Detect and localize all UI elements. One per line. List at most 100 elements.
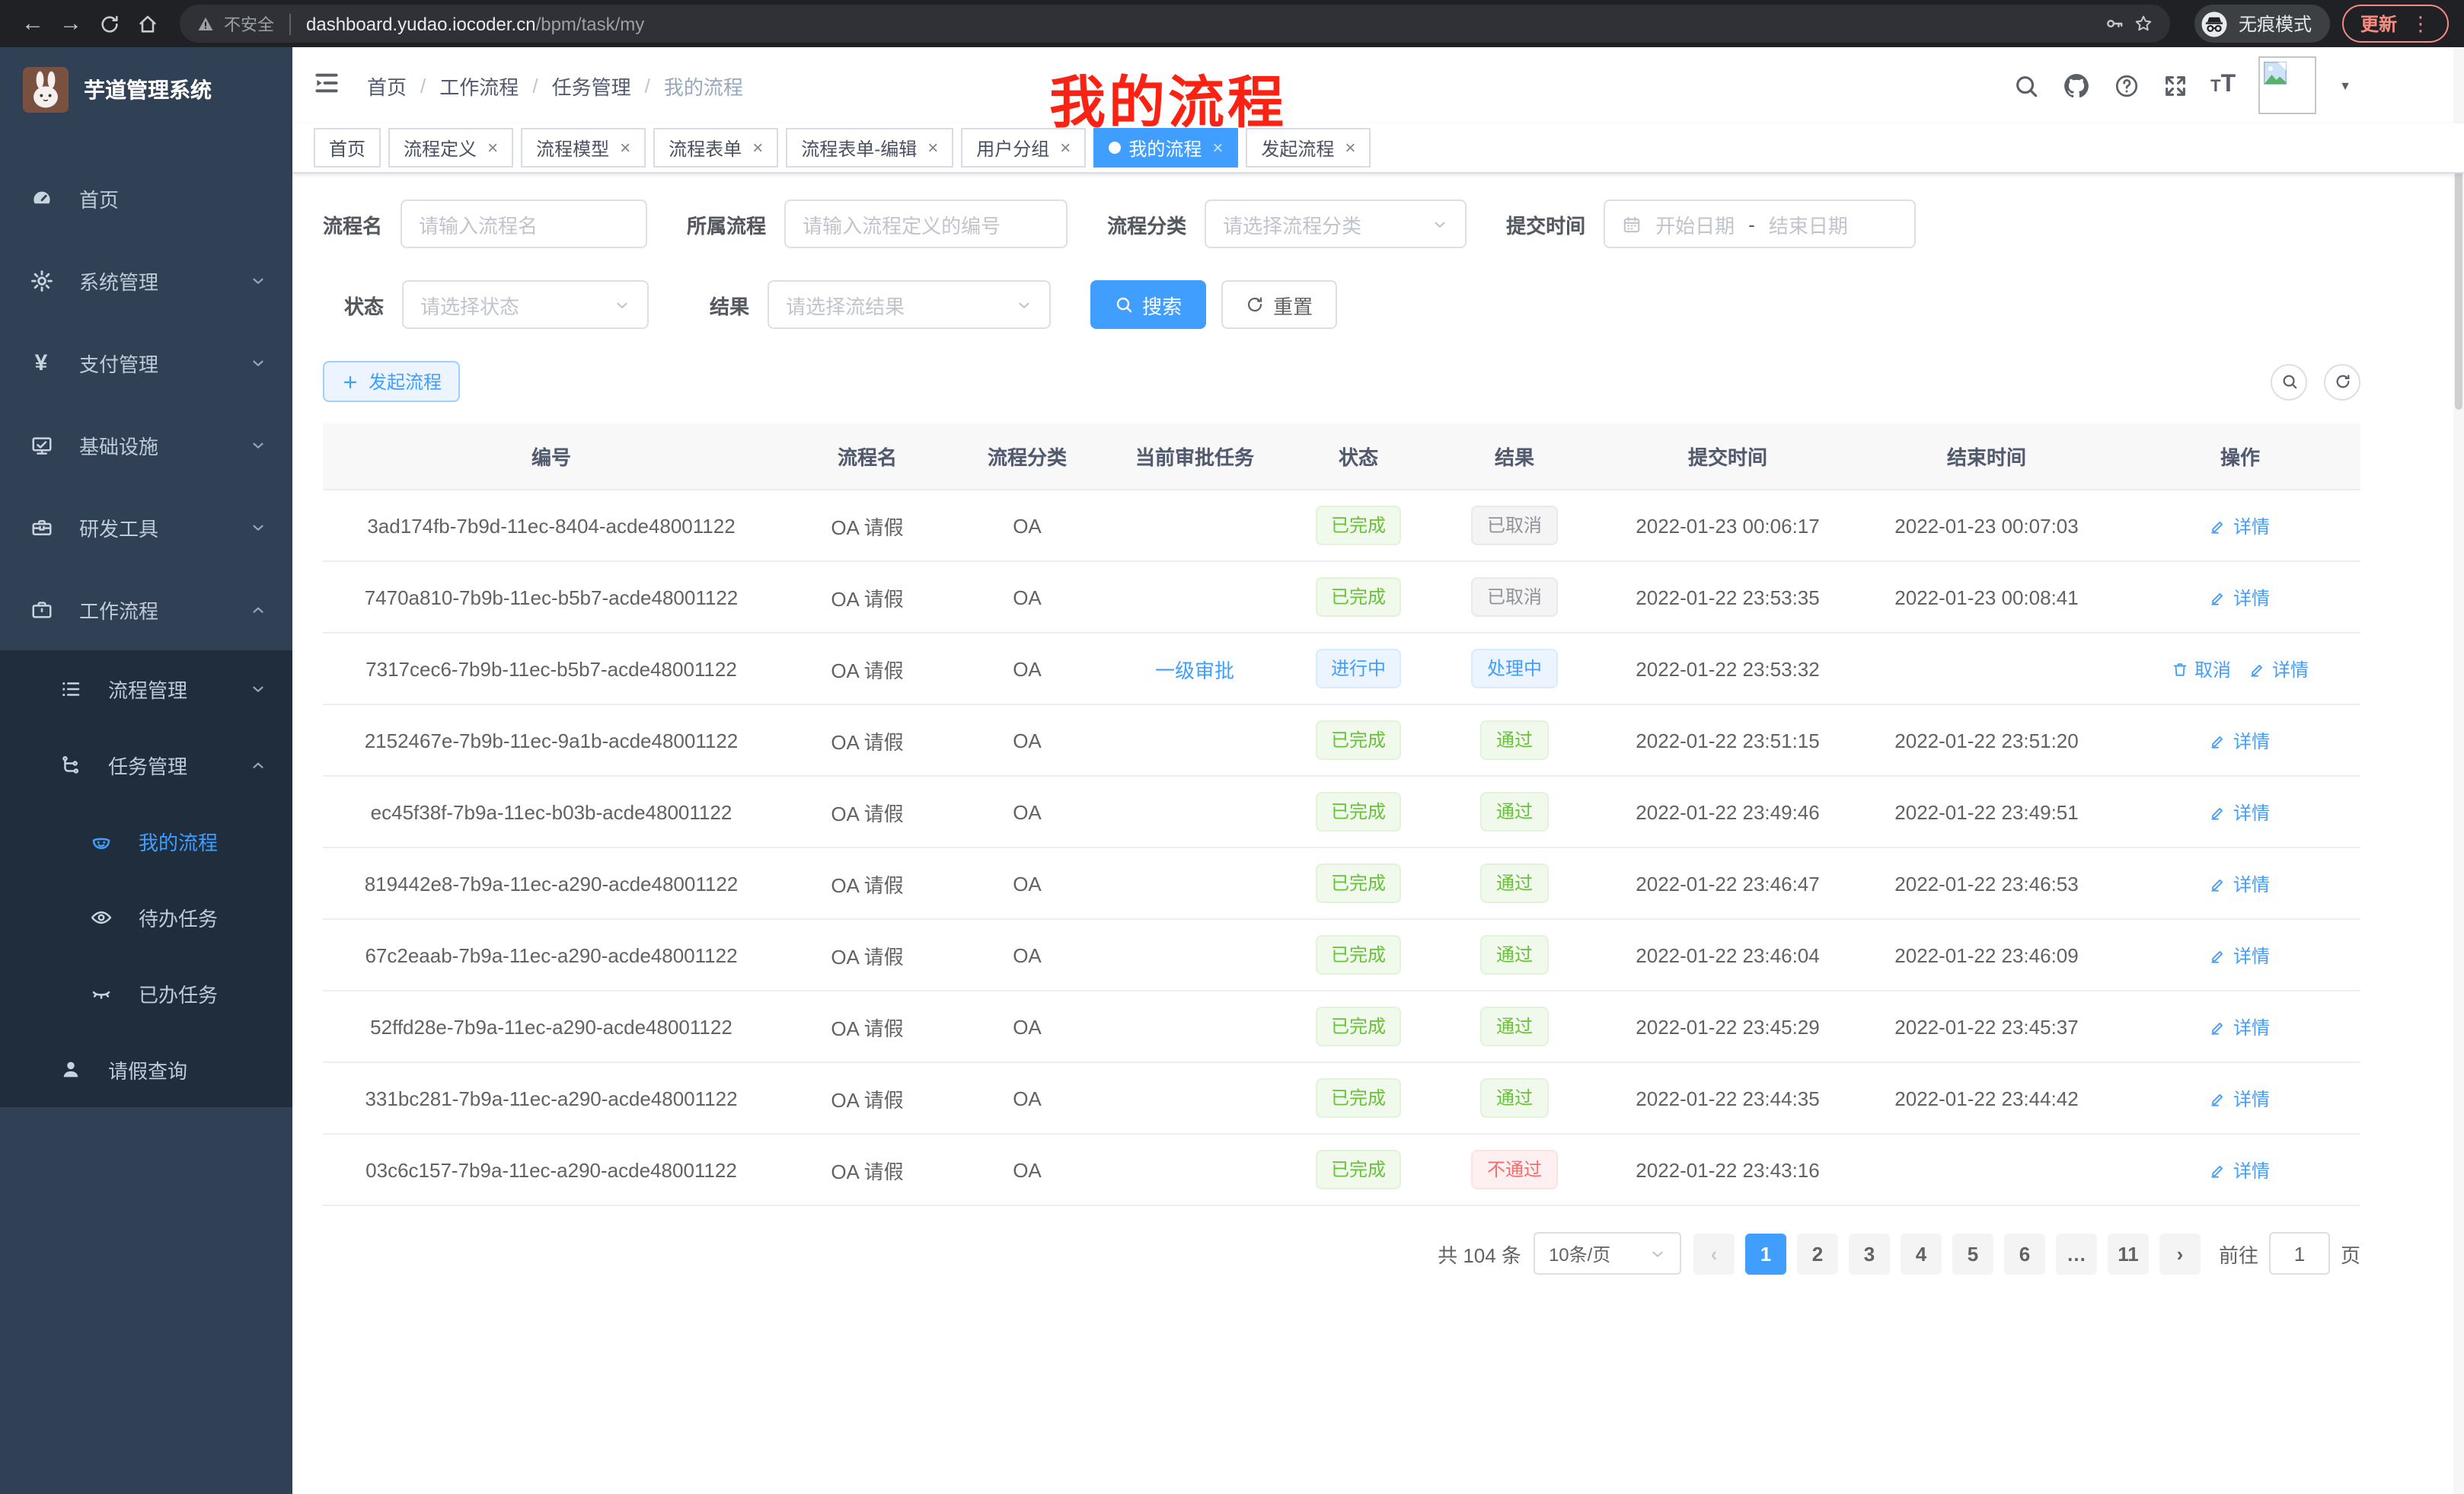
chevron-down-icon xyxy=(250,354,267,371)
cell-actions: 详情 xyxy=(2120,561,2360,633)
avatar[interactable] xyxy=(2258,56,2316,114)
sidebar-item-done-task[interactable]: 已办任务 xyxy=(0,955,292,1031)
page-button[interactable]: 3 xyxy=(1849,1233,1890,1274)
cell-category: OA xyxy=(955,1062,1100,1134)
detail-link[interactable]: 详情 xyxy=(2210,1014,2270,1039)
submit-time-range-picker[interactable]: 开始日期 - 结束日期 xyxy=(1604,200,1916,248)
page-button[interactable]: 2 xyxy=(1797,1233,1838,1274)
cell-category: OA xyxy=(955,991,1100,1062)
close-icon[interactable]: × xyxy=(1212,137,1223,158)
sidebar-item-todo-task[interactable]: 待办任务 xyxy=(0,879,292,955)
close-icon[interactable]: × xyxy=(620,137,630,158)
fullscreen-icon[interactable] xyxy=(2162,72,2188,98)
goto-page-input[interactable]: 1 xyxy=(2269,1232,2330,1275)
breadcrumb-item[interactable]: 任务管理 xyxy=(552,71,631,100)
refresh-table-button[interactable] xyxy=(2324,363,2360,400)
page-ellipsis[interactable]: … xyxy=(2056,1233,2097,1274)
sidebar-item-dev-tools[interactable]: 研发工具 xyxy=(0,486,292,568)
detail-link[interactable]: 详情 xyxy=(2210,1157,2270,1183)
status-badge: 进行中 xyxy=(1316,649,1401,688)
create-process-button[interactable]: 发起流程 xyxy=(323,361,460,402)
sidebar-item-leave-query[interactable]: 请假查询 xyxy=(0,1031,292,1107)
tab-label: 我的流程 xyxy=(1128,135,1202,161)
filter-row-2: 状态 请选择状态 结果 请选择流结果 搜索 重置 xyxy=(323,280,2360,329)
prev-page-button[interactable]: ‹ xyxy=(1693,1233,1735,1274)
breadcrumb-item[interactable]: 工作流程 xyxy=(439,71,519,100)
process-definition-input[interactable]: 请输入流程定义的编号 xyxy=(784,200,1068,248)
tab-label: 流程表单-编辑 xyxy=(801,135,917,161)
detail-link[interactable]: 详情 xyxy=(2210,512,2270,538)
current-task-link[interactable]: 一级审批 xyxy=(1155,654,1234,683)
close-icon[interactable]: × xyxy=(752,137,763,158)
tab-home[interactable]: 首页 xyxy=(314,128,381,168)
sidebar-item-workflow[interactable]: 工作流程 xyxy=(0,568,292,650)
process-name-input[interactable]: 请输入流程名 xyxy=(401,200,647,248)
hamburger-icon[interactable] xyxy=(312,69,346,102)
sidebar-item-payment-mgmt[interactable]: ¥支付管理 xyxy=(0,321,292,404)
page-button[interactable]: 4 xyxy=(1901,1233,1942,1274)
address-bar[interactable]: 不安全 dashboard.yudao.iocoder.cn/bpm/task/… xyxy=(180,5,2170,43)
detail-link[interactable]: 详情 xyxy=(2210,942,2270,968)
close-icon[interactable]: × xyxy=(487,137,498,158)
status-select[interactable]: 请选择状态 xyxy=(402,280,649,329)
reset-button[interactable]: 重置 xyxy=(1221,280,1337,329)
forward-icon[interactable]: → xyxy=(53,6,88,41)
font-size-icon[interactable]: TT xyxy=(2210,72,2236,99)
security-label: 不安全 xyxy=(224,11,274,36)
sidebar-item-home[interactable]: 首页 xyxy=(0,157,292,239)
close-icon[interactable]: × xyxy=(1060,137,1071,158)
active-dot-icon xyxy=(1109,142,1121,154)
detail-link[interactable]: 详情 xyxy=(2210,727,2270,753)
home-icon[interactable] xyxy=(129,6,164,41)
bookmark-star-icon[interactable] xyxy=(2134,14,2153,34)
page-size-select[interactable]: 10条/页 xyxy=(1534,1232,1681,1275)
search-icon[interactable] xyxy=(2012,72,2038,98)
detail-link[interactable]: 详情 xyxy=(2210,584,2270,610)
scrollbar[interactable] xyxy=(2453,47,2464,1494)
tab-process-definition[interactable]: 流程定义× xyxy=(388,128,513,168)
detail-link[interactable]: 详情 xyxy=(2210,870,2270,896)
help-icon[interactable] xyxy=(2113,72,2139,98)
tab-my-process[interactable]: 我的流程 × xyxy=(1093,128,1238,168)
tab-process-model[interactable]: 流程模型× xyxy=(521,128,646,168)
process-category-select[interactable]: 请选择流程分类 xyxy=(1205,200,1467,248)
chevron-down-icon[interactable]: ▼ xyxy=(2339,78,2351,92)
sidebar-item-task-mgmt[interactable]: 任务管理 xyxy=(0,726,292,803)
page-button[interactable]: 6 xyxy=(2004,1233,2045,1274)
scrollbar-thumb[interactable] xyxy=(2455,136,2462,410)
search-button[interactable]: 搜索 xyxy=(1090,280,1206,329)
page-button[interactable]: 11 xyxy=(2108,1233,2149,1274)
tab-process-form-edit[interactable]: 流程表单-编辑 × xyxy=(786,128,953,168)
url-text[interactable]: dashboard.yudao.iocoder.cn/bpm/task/my xyxy=(306,13,644,34)
close-icon[interactable]: × xyxy=(927,137,938,158)
cancel-link[interactable]: 取消 xyxy=(2172,656,2231,682)
result-select[interactable]: 请选择流结果 xyxy=(768,280,1051,329)
cell-submit-time: 2022-01-22 23:45:29 xyxy=(1602,991,1853,1062)
sidebar-item-infrastructure[interactable]: 基础设施 xyxy=(0,404,292,486)
close-icon[interactable]: × xyxy=(1345,137,1355,158)
page-button[interactable]: 5 xyxy=(1952,1233,1993,1274)
app-logo-row[interactable]: 芋道管理系统 xyxy=(0,47,292,132)
key-icon[interactable] xyxy=(2105,14,2124,34)
site-security[interactable]: 不安全 xyxy=(196,11,274,36)
chrome-update-button[interactable]: 更新 ⋮ xyxy=(2342,5,2449,43)
github-icon[interactable] xyxy=(2061,71,2090,100)
sidebar-item-process-mgmt[interactable]: 流程管理 xyxy=(0,650,292,726)
detail-link[interactable]: 详情 xyxy=(2249,656,2309,682)
tab-label: 用户分组 xyxy=(976,135,1049,161)
tab-process-form[interactable]: 流程表单× xyxy=(653,128,778,168)
show-search-button[interactable] xyxy=(2271,363,2307,400)
next-page-button[interactable]: › xyxy=(2159,1233,2201,1274)
detail-link[interactable]: 详情 xyxy=(2210,1085,2270,1111)
back-icon[interactable]: ← xyxy=(15,6,50,41)
sidebar-item-system-mgmt[interactable]: 系统管理 xyxy=(0,239,292,321)
breadcrumb-item[interactable]: 首页 xyxy=(367,71,407,100)
chrome-menu-icon[interactable]: ⋮ xyxy=(2411,11,2430,36)
sidebar-item-my-process[interactable]: 我的流程 xyxy=(0,803,292,879)
detail-link[interactable]: 详情 xyxy=(2210,799,2270,825)
page-button[interactable]: 1 xyxy=(1745,1233,1786,1274)
reload-icon[interactable] xyxy=(91,6,126,41)
cell-process-name: OA 请假 xyxy=(780,561,955,633)
tab-user-group[interactable]: 用户分组 × xyxy=(961,128,1086,168)
tab-start-process[interactable]: 发起流程× xyxy=(1246,128,1371,168)
